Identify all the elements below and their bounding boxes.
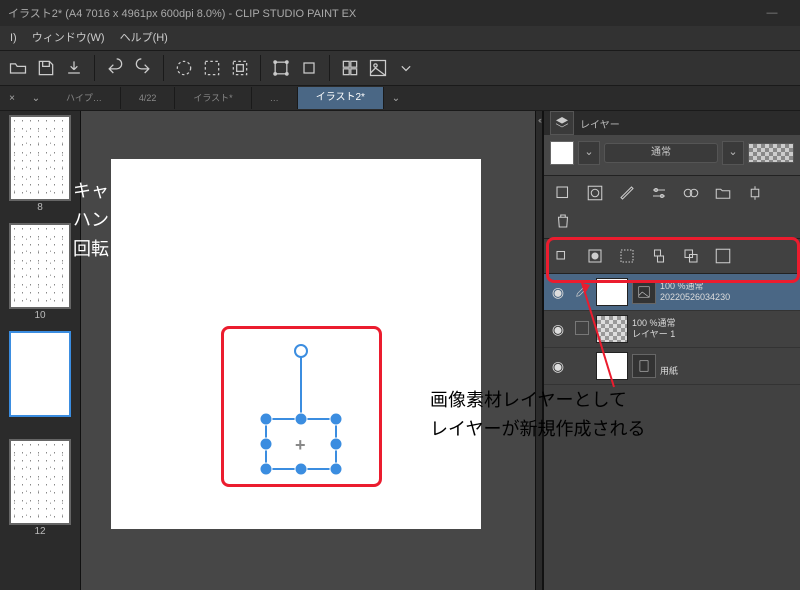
page-thumb[interactable]: 12: [9, 439, 71, 525]
close-tab-button[interactable]: ×: [0, 93, 24, 104]
undo-icon[interactable]: [101, 54, 129, 82]
minimize-button[interactable]: —: [752, 7, 792, 19]
transform-handles[interactable]: [256, 341, 346, 481]
crop-icon[interactable]: [295, 54, 323, 82]
annotation-layer-text: 画像素材レイヤーとして レイヤーが新規作成される: [430, 386, 645, 444]
layer-thumbnail: [596, 352, 628, 380]
redo-icon[interactable]: [129, 54, 157, 82]
transfer-icon[interactable]: [742, 182, 768, 204]
page-thumb-current[interactable]: [9, 331, 71, 417]
blend-dropdown[interactable]: ⌄: [722, 141, 744, 165]
palette-icon[interactable]: [710, 245, 736, 267]
annotation-canvas-text: キャンバスに画像が張り付く ハンドルをドラッグして 回転・拡大縮小が可能: [73, 177, 307, 263]
layer-panel-label: レイヤー: [580, 116, 620, 131]
ruler-icon[interactable]: [614, 182, 640, 204]
menu-i[interactable]: I): [4, 32, 23, 44]
transform-center-icon: +: [295, 435, 306, 456]
link-icon[interactable]: [646, 245, 672, 267]
grid-icon[interactable]: [336, 54, 364, 82]
lock-icon[interactable]: [550, 245, 576, 267]
opacity-preview: [748, 143, 794, 163]
title-bar: イラスト2* (A4 7016 x 4961px 600dpi 8.0%) - …: [0, 0, 800, 26]
page-thumb[interactable]: 8: [9, 115, 71, 201]
swatch-dropdown[interactable]: ⌄: [578, 141, 600, 165]
combine-icon[interactable]: [678, 245, 704, 267]
shrink-selection-icon[interactable]: [226, 54, 254, 82]
folder-icon[interactable]: [710, 182, 736, 204]
side-panels: レイヤー ⌄ 通常 ⌄: [543, 111, 800, 590]
tab-2[interactable]: イラスト*: [175, 87, 251, 109]
new-layer-icon[interactable]: [550, 182, 576, 204]
layer-label: 用紙: [660, 355, 796, 377]
menu-window[interactable]: ウィンドウ(W): [26, 32, 111, 44]
tab-collapse-icon[interactable]: ⌄: [24, 93, 48, 104]
layer-toolbar-1: [544, 176, 800, 239]
layers-panel-icon: [550, 111, 574, 135]
layer-toolbar-2: [544, 239, 800, 274]
clip-icon[interactable]: [678, 182, 704, 204]
menu-bar: I) ウィンドウ(W) ヘルプ(H): [0, 26, 800, 51]
dropdown-arrow-icon[interactable]: [392, 54, 420, 82]
delete-icon[interactable]: [550, 210, 576, 232]
tab-3[interactable]: …: [252, 87, 298, 109]
panel-splitter[interactable]: [535, 111, 543, 590]
layer-label: 100 %通常 レイヤー 1: [632, 318, 796, 340]
save-icon[interactable]: [32, 54, 60, 82]
layer-thumbnail: [596, 278, 628, 306]
adjust-icon[interactable]: [646, 182, 672, 204]
layer-color-swatch[interactable]: [550, 141, 574, 165]
document-tabs: × ⌄ ハイプ… 4/22 イラスト* … イラスト2* ⌄: [0, 86, 800, 111]
layer-panel-tab[interactable]: レイヤー: [544, 111, 800, 135]
paper-badge-icon: [632, 354, 656, 378]
image-material-badge-icon: [632, 280, 656, 304]
reference-icon[interactable]: [582, 245, 608, 267]
tab-active[interactable]: イラスト2*: [298, 87, 384, 109]
marquee-dashed-icon[interactable]: [170, 54, 198, 82]
layer-label: 100 %通常 20220526034230: [660, 281, 796, 303]
layer-thumbnail: [596, 315, 628, 343]
tab-0[interactable]: ハイプ…: [48, 87, 121, 109]
menu-help[interactable]: ヘルプ(H): [114, 32, 174, 44]
layer-row-selected[interactable]: ◉ 100 %通常 20220526034230: [544, 274, 800, 311]
mask-icon[interactable]: [582, 182, 608, 204]
selection-rect-icon[interactable]: [198, 54, 226, 82]
visibility-icon[interactable]: ◉: [548, 284, 568, 301]
page-thumbnails: 8 10 12: [0, 111, 81, 590]
layer-options: ⌄ 通常 ⌄: [544, 135, 800, 176]
draft-icon[interactable]: [614, 245, 640, 267]
open-icon[interactable]: [4, 54, 32, 82]
export-icon[interactable]: [60, 54, 88, 82]
canvas-area[interactable]: + キャンバスに画像が張り付く ハンドルをドラッグして 回転・拡大縮小が可能: [81, 111, 535, 590]
material-icon[interactable]: [364, 54, 392, 82]
blend-mode-select[interactable]: 通常: [604, 143, 718, 163]
main-toolbar: [0, 51, 800, 86]
doc-title: イラスト2* (A4 7016 x 4961px 600dpi 8.0%) - …: [8, 5, 356, 21]
layer-row[interactable]: ◉ 100 %通常 レイヤー 1: [544, 311, 800, 348]
layer-mode-box-icon[interactable]: [572, 321, 592, 338]
visibility-icon[interactable]: ◉: [548, 358, 568, 375]
page-thumb[interactable]: 10: [9, 223, 71, 309]
visibility-icon[interactable]: ◉: [548, 321, 568, 338]
tab-1[interactable]: 4/22: [121, 87, 176, 109]
transform-icon[interactable]: [267, 54, 295, 82]
layer-row[interactable]: ◉ 用紙: [544, 348, 800, 385]
layer-mode-pen-icon[interactable]: [572, 283, 592, 302]
tab-scroll-icon[interactable]: ⌄: [384, 93, 408, 104]
